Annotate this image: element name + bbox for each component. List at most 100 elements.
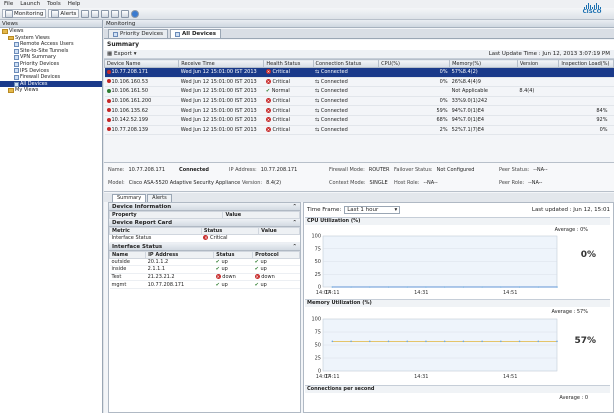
device-information-table: Property Value (108, 211, 300, 219)
data-point (425, 340, 427, 343)
tree-item[interactable]: Views (0, 28, 102, 35)
column-header[interactable]: Name (108, 250, 147, 259)
data-point (406, 340, 409, 343)
settings-icon[interactable] (111, 9, 120, 18)
collapse-icon[interactable]: ⌃ (292, 203, 297, 210)
table-row[interactable]: Interface Status ✕ Critical (109, 234, 300, 243)
tools-icon[interactable] (91, 9, 100, 18)
check-icon: ✔ (254, 266, 259, 273)
refresh-icon[interactable] (121, 9, 130, 18)
tree-item[interactable]: VPN Summary (0, 54, 102, 61)
data-point (462, 340, 465, 343)
device-icon[interactable] (81, 9, 90, 18)
tab-priority-devices[interactable]: Priority Devices (108, 29, 168, 38)
data-point (331, 286, 334, 288)
view-icon (14, 68, 19, 74)
tab-summary[interactable]: Summary (112, 194, 147, 202)
tree-item[interactable]: System Views (0, 35, 102, 42)
views-pane-header: Views (0, 20, 102, 28)
column-header[interactable]: Health Status (263, 59, 314, 68)
critical-icon: ✕ (265, 117, 271, 123)
table-row[interactable]: outside 20.1.1.2 ✔ up ✔ up (109, 258, 300, 267)
menu-tools[interactable]: Tools (47, 1, 61, 7)
table-row[interactable]: 10.106.161.200 Wed Jun 12 15:01:00 IST 20… (104, 96, 614, 107)
tree-item[interactable]: My Views (0, 87, 102, 94)
column-header[interactable]: Protocol (252, 250, 300, 259)
column-header[interactable]: Inspection Load(%) (558, 59, 614, 68)
view-icon (14, 81, 19, 87)
table-row[interactable]: Test 21.23.21.2 ✕ down ✕ down (109, 273, 300, 282)
help-icon[interactable] (131, 9, 140, 18)
critical-icon: ✕ (265, 69, 271, 75)
column-header[interactable]: Device Name (103, 59, 180, 68)
time-frame-select[interactable]: Last 1 hour ▾ (344, 206, 401, 214)
data-point (481, 340, 483, 343)
connection-icon: ⇆ (315, 98, 320, 105)
tree-item[interactable]: Priority Devices (0, 61, 102, 68)
tree-item[interactable]: Remote Access Users (0, 41, 102, 48)
tree-item[interactable]: Site-to-Site Tunnels (0, 48, 102, 55)
status-dot-icon (106, 79, 111, 84)
menu-file[interactable]: File (4, 1, 13, 7)
status-dot-icon (106, 98, 111, 103)
data-point (518, 340, 521, 343)
alerts-button[interactable]: Alerts (48, 9, 80, 18)
status-dot-icon (106, 127, 111, 132)
monitoring-button[interactable]: Monitoring (2, 9, 47, 18)
cpu-chart: CPU Utilization (%) Average : 0% 0% 100 7… (305, 217, 610, 298)
table-row[interactable]: 10.106.161.50 Wed Jun 12 15:01:00 IST 201… (104, 86, 614, 97)
data-point (462, 286, 465, 288)
table-row[interactable]: 10.77.208.139 Wed Jun 12 15:01:00 IST 201… (104, 125, 614, 136)
menu-help[interactable]: Help (68, 1, 81, 7)
table-row[interactable]: 10.106.160.53 Wed Jun 12 15:01:00 IST 201… (104, 77, 614, 88)
interface-status-table: Name IP Address Status Protocol outside 20.1… (108, 250, 300, 289)
detail-tabs: Summary Alerts (104, 193, 614, 202)
data-point (500, 286, 502, 288)
data-point (537, 340, 540, 343)
column-header[interactable]: Connection Status (312, 59, 380, 68)
collapse-icon[interactable]: ⌃ (292, 219, 297, 226)
tab-all-devices[interactable]: All Devices (170, 29, 221, 38)
view-icon (14, 61, 19, 67)
cisco-logo: CISCO (574, 3, 610, 17)
column-header[interactable]: Status (213, 250, 254, 259)
column-header[interactable]: CPU(%) (378, 59, 451, 68)
interface-status-header[interactable]: Interface Status ⌃ (109, 242, 300, 251)
data-point (387, 340, 390, 343)
tree-item[interactable]: Firewall Devices (0, 74, 102, 81)
y-tick-label: 100 (311, 317, 321, 323)
views-pane: Views Views System Views Remote Access Use… (0, 20, 103, 413)
column-header[interactable]: Receive Time (178, 59, 265, 68)
tree-item[interactable]: All Devices (0, 80, 102, 88)
table-row[interactable]: mgmt 10.77.208.171 ✔ up ✔ up (109, 280, 300, 289)
collapse-icon[interactable]: ⌃ (292, 243, 297, 250)
tab-alerts[interactable]: Alerts (147, 194, 172, 202)
tree-item[interactable]: IPS Devices (0, 68, 102, 75)
table-row[interactable]: 10.106.135.62 Wed Jun 12 15:01:00 IST 201… (104, 105, 614, 116)
data-point (331, 340, 334, 343)
memory-plot: 100755025014:0714:11 14:31 14:51 (311, 317, 558, 380)
status-dot-icon (106, 108, 111, 113)
table-row[interactable]: 10.77.208.171 Wed Jun 12 15:01:00 IST 201… (104, 67, 614, 78)
column-header[interactable]: IP Address (145, 250, 215, 259)
down-icon: ✕ (215, 274, 221, 280)
monitoring-pane: Monitoring Priority Devices All Devices … (103, 20, 614, 413)
data-point (556, 286, 558, 288)
data-point (350, 340, 352, 343)
export-button[interactable]: ▦ Export ▾ (107, 51, 136, 57)
status-dot-icon (106, 69, 111, 74)
view-tabs: Priority Devices All Devices (104, 29, 614, 39)
table-row[interactable]: inside 2.1.1.1 ✔ up ✔ up (109, 265, 300, 274)
menu-bar: File Launch Tools Help (0, 0, 614, 8)
connection-icon: ⇆ (315, 117, 320, 124)
report-icon[interactable] (101, 9, 110, 18)
column-header[interactable]: Memory(%) (449, 59, 518, 68)
data-point (387, 286, 390, 288)
device-information-header[interactable]: Device Information ⌃ (109, 203, 300, 211)
menu-launch[interactable]: Launch (20, 1, 40, 7)
table-row[interactable]: 10.142.52.199 Wed Jun 12 15:01:00 IST 201… (104, 115, 614, 126)
connection-icon: ⇆ (315, 88, 320, 95)
folder-icon (8, 88, 14, 93)
device-report-card-header[interactable]: Device Report Card ⌃ (109, 219, 300, 227)
column-header[interactable]: Version (516, 59, 560, 68)
